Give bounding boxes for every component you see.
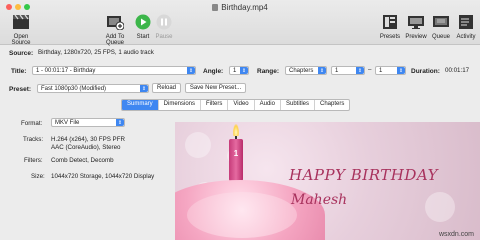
pause-icon [156, 14, 172, 30]
open-source-button[interactable]: Open Source [4, 14, 38, 46]
add-to-queue-button[interactable]: Add To Queue [98, 14, 132, 46]
preview-button[interactable]: Preview [404, 14, 428, 40]
start-button[interactable]: Start [134, 14, 152, 40]
chevron-updown-icon: ⇕ [140, 85, 148, 92]
tab-summary[interactable]: Summary [122, 100, 159, 110]
range-type-select[interactable]: Chapters ⇕ [285, 66, 327, 75]
bokeh-light [425, 192, 455, 222]
tab-dimensions[interactable]: Dimensions [159, 100, 202, 110]
file-icon [212, 4, 219, 12]
queue-button[interactable]: Queue [430, 14, 452, 40]
add-to-queue-icon [107, 16, 125, 31]
presets-button[interactable]: Presets [378, 14, 402, 40]
candle: 1 [229, 139, 243, 181]
tab-chapters[interactable]: Chapters [315, 100, 349, 110]
queue-icon [433, 16, 449, 27]
open-source-label: Open Source [11, 34, 31, 46]
title-select-value: 1 - 00:01:17 - Birthday [36, 68, 96, 74]
chevron-updown-icon: ⇕ [116, 119, 124, 126]
start-label: Start [136, 34, 150, 40]
format-select[interactable]: MKV File ⇕ [51, 118, 125, 127]
chevron-updown-icon: ⇕ [397, 67, 405, 74]
settings-tabs: Summary Dimensions Filters Video Audio S… [121, 99, 351, 111]
size-label: Size: [31, 173, 45, 180]
presets-icon [383, 15, 397, 29]
queue-label: Queue [431, 34, 450, 40]
filters-value: Comb Detect, Decomb [51, 157, 114, 164]
range-from-select[interactable]: 1 ⇕ [331, 66, 365, 75]
filters-label: Filters: [24, 157, 43, 164]
title-select[interactable]: 1 - 00:01:17 - Birthday ⇕ [32, 66, 196, 75]
watermark: wsxdn.com [438, 231, 474, 238]
range-from-value: 1 [335, 68, 339, 74]
chevron-updown-icon: ⇕ [356, 67, 364, 74]
range-to-value: 1 [379, 68, 383, 74]
tracks-audio: AAC (CoreAudio), Stereo [51, 144, 121, 151]
duration-value: 00:01:17 [445, 67, 470, 74]
candle-flame [233, 124, 239, 136]
add-to-queue-label: Add To Queue [105, 34, 125, 46]
birthday-heading: HAPPY BIRTHDAY [289, 166, 438, 184]
angle-label: Angle: [203, 68, 224, 75]
title-label: Title: [11, 68, 27, 75]
preview-image[interactable]: 1 HAPPY BIRTHDAY Mahesh wsxdn.com [175, 122, 480, 240]
pause-button[interactable]: Pause [155, 14, 173, 40]
angle-select-value: 1 [233, 68, 237, 74]
birthday-name: Mahesh [291, 192, 348, 208]
pause-label: Pause [155, 34, 173, 40]
play-icon [135, 14, 151, 30]
clapperboard-icon [13, 14, 29, 29]
range-type-value: Chapters [289, 68, 314, 74]
preset-label: Preset: [9, 86, 32, 93]
preview-label: Preview [405, 34, 427, 40]
monitor-icon [408, 16, 424, 29]
duration-label: Duration: [411, 68, 440, 75]
size-value: 1044x720 Storage, 1044x720 Display [51, 173, 155, 180]
format-label: Format: [21, 120, 43, 127]
range-separator: – [368, 66, 372, 73]
angle-select[interactable]: 1 ⇕ [229, 66, 249, 75]
range-label: Range: [257, 68, 280, 75]
chevron-updown-icon: ⇕ [240, 67, 248, 74]
source-label: Source: [9, 50, 34, 57]
preset-select[interactable]: Fast 1080p30 (Modified) ⇕ [37, 84, 149, 93]
presets-label: Presets [379, 34, 401, 40]
activity-button[interactable]: Activity [453, 14, 479, 40]
tab-video[interactable]: Video [228, 100, 255, 110]
reload-button[interactable]: Reload [152, 83, 181, 93]
bokeh-light [185, 132, 211, 158]
preset-select-value: Fast 1080p30 (Modified) [41, 86, 107, 92]
range-to-select[interactable]: 1 ⇕ [375, 66, 406, 75]
source-value: Birthday, 1280x720, 25 FPS, 1 audio trac… [38, 49, 154, 56]
tracks-label: Tracks: [23, 136, 44, 143]
tracks-video: H.264 (x264), 30 FPS PFR [51, 136, 125, 143]
tab-filters[interactable]: Filters [201, 100, 229, 110]
tab-audio[interactable]: Audio [255, 100, 281, 110]
chevron-updown-icon: ⇕ [318, 67, 326, 74]
activity-icon [459, 15, 473, 29]
tab-subtitles[interactable]: Subtitles [281, 100, 315, 110]
window-title: Birthday.mp4 [0, 3, 480, 12]
activity-label: Activity [456, 34, 476, 40]
save-new-preset-button[interactable]: Save New Preset... [185, 83, 246, 93]
format-select-value: MKV File [55, 120, 80, 126]
frosting-swirl [187, 192, 297, 238]
chevron-updown-icon: ⇕ [187, 67, 195, 74]
candle-number: 1 [233, 149, 239, 158]
